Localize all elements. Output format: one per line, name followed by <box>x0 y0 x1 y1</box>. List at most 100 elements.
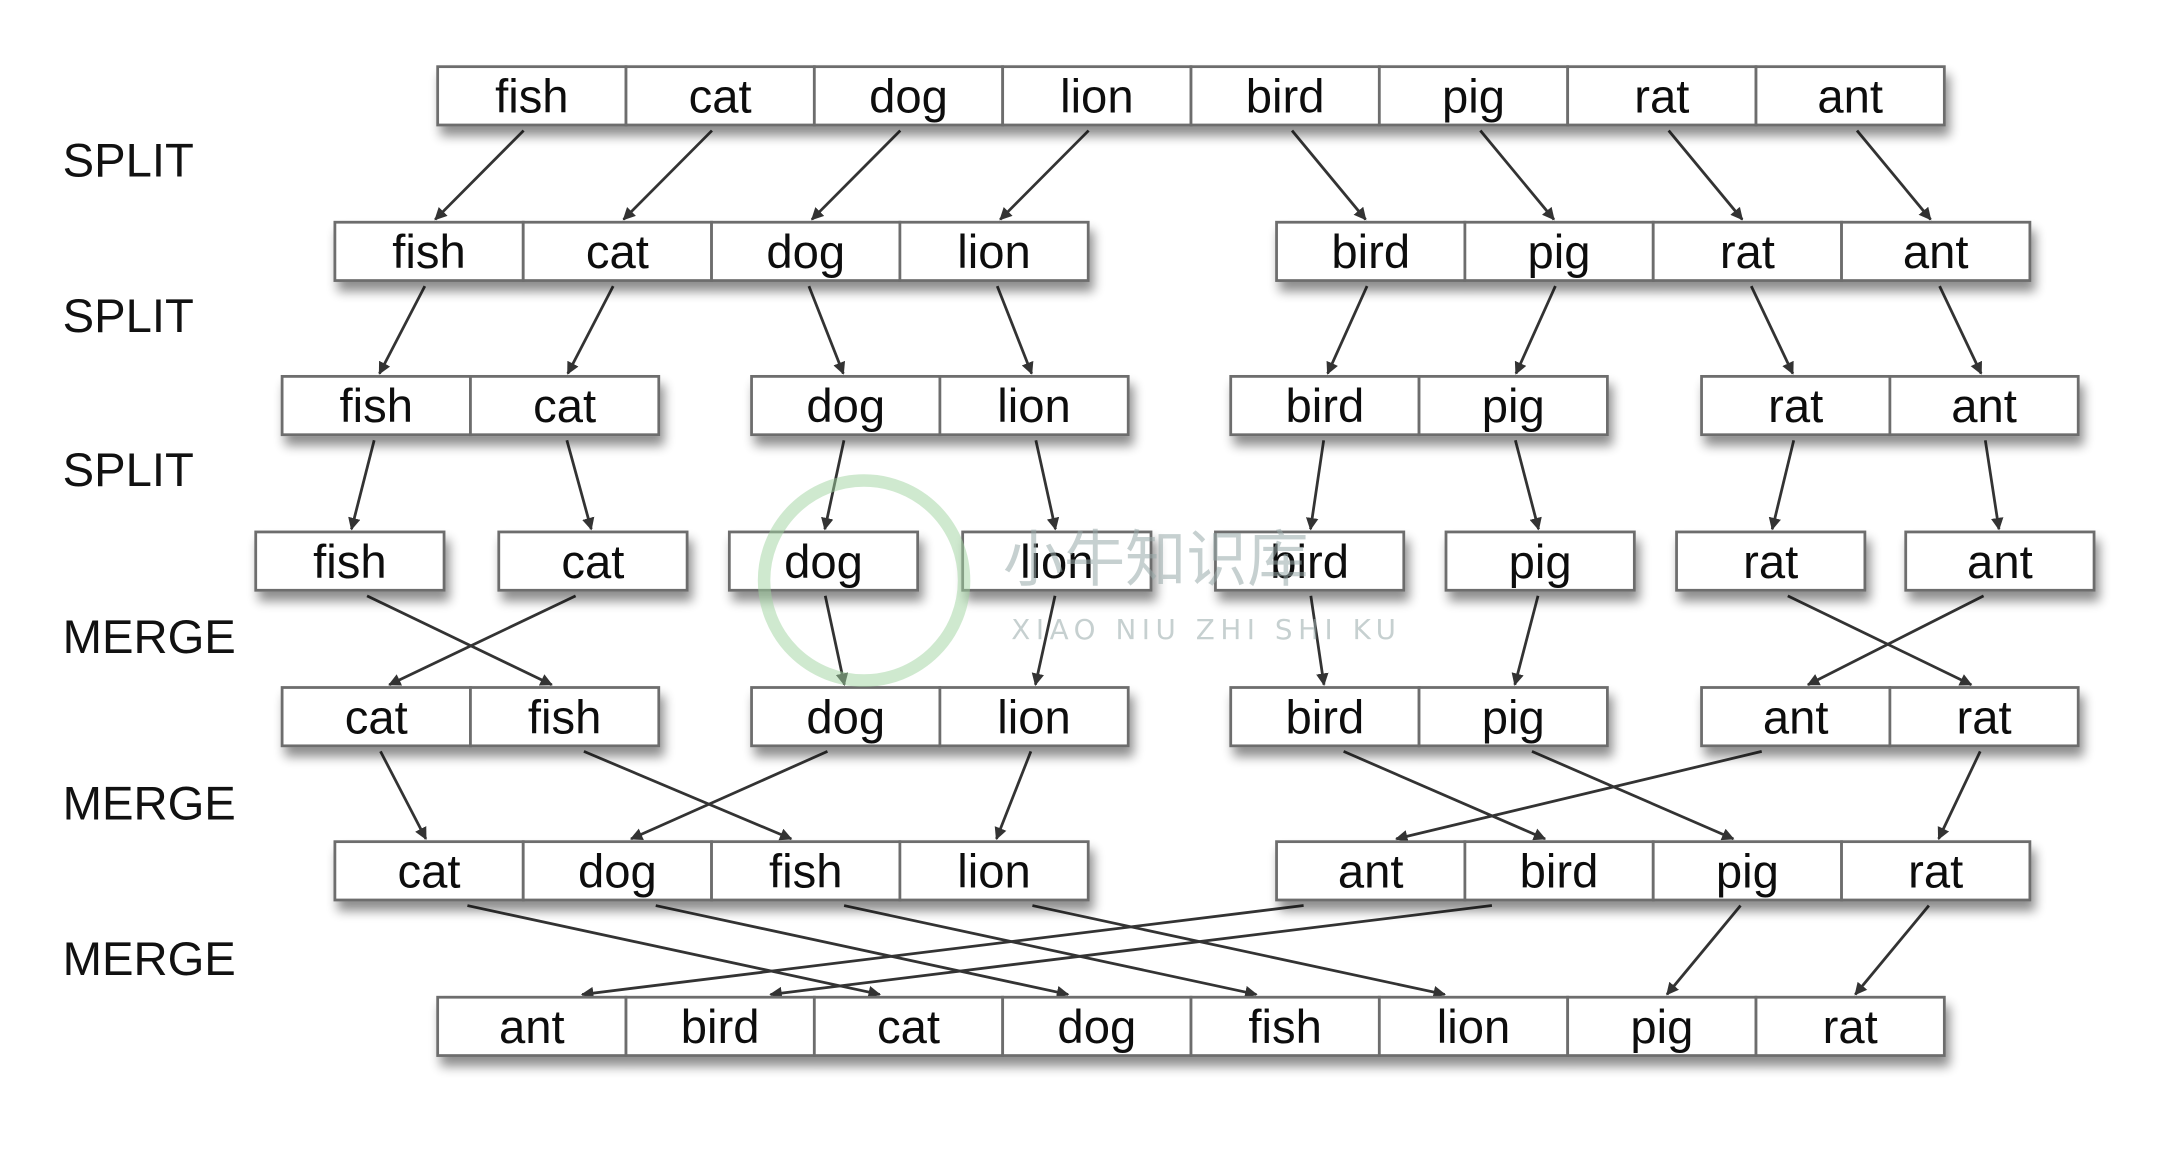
cell-ant: ant <box>1888 375 2080 437</box>
cell-dog: dog <box>750 375 942 437</box>
cell-bird: bird <box>1229 375 1421 437</box>
cell-label: pig <box>1630 1001 1693 1054</box>
array-segment: bird pig <box>1229 375 1609 437</box>
arrow-fish <box>378 285 427 375</box>
cell-label: fish <box>495 71 568 124</box>
cell-cat: cat <box>497 530 689 592</box>
array-segment: rat <box>1675 530 1867 592</box>
cell-label: rat <box>1957 691 2012 744</box>
cell-cat: cat <box>469 375 661 437</box>
array-segment: pig <box>1444 530 1636 592</box>
array-segment: cat <box>497 530 689 592</box>
cell-label: ant <box>1817 71 1883 124</box>
array-segment: bird pig <box>1229 686 1609 748</box>
array-segment: dog lion <box>750 686 1130 748</box>
cell-label: cat <box>345 691 408 744</box>
watermark-subtitle: XIAO NIU ZHI SHI KU <box>1011 613 1401 646</box>
cell-label: fish <box>528 691 601 744</box>
cell-label: rat <box>1768 380 1823 433</box>
merge-sort-diagram: SPLIT SPLIT SPLIT MERGE MERGE MERGE fish cat do… <box>63 65 2096 1057</box>
cell-label: ant <box>1903 226 1969 279</box>
stage-label-merge: MERGE <box>63 933 236 986</box>
stage-label-split: SPLIT <box>63 134 194 187</box>
cell-label: cat <box>533 380 596 433</box>
cell-cat: cat <box>521 220 713 282</box>
cell-bird: bird <box>624 995 816 1057</box>
cell-label: pig <box>1482 380 1545 433</box>
cell-label: ant <box>499 1001 565 1054</box>
array-segment: fish cat dog lion bird pig rat ant <box>436 65 1946 127</box>
cell-bird: bird <box>1463 840 1655 902</box>
arrow-bird <box>1343 750 1547 841</box>
cell-label: pig <box>1442 71 1505 124</box>
arrow-fish <box>583 750 793 841</box>
cell-label: dog <box>578 846 657 899</box>
array-segment: rat ant <box>1700 375 2080 437</box>
arrow-lion <box>999 129 1090 221</box>
cell-label: pig <box>1509 536 1572 589</box>
array-segment: cat fish <box>280 686 661 748</box>
cell-fish: fish <box>469 686 661 748</box>
arrow-bird <box>1305 440 1326 531</box>
cell-rat: rat <box>1840 840 2032 902</box>
cell-label: ant <box>1967 536 2033 589</box>
arrow-bird <box>1326 285 1369 375</box>
cell-label: lion <box>997 691 1071 744</box>
cell-bird: bird <box>1189 65 1381 127</box>
arrow-dog <box>655 904 1070 999</box>
cell-label: pig <box>1716 846 1779 899</box>
arrow-pig <box>1514 285 1557 375</box>
cell-dog: dog <box>521 840 713 902</box>
cell-rat: rat <box>1888 686 2080 748</box>
arrow-rat <box>1667 129 1744 221</box>
cell-pig: pig <box>1417 686 1609 748</box>
cell-label: cat <box>561 536 624 589</box>
cell-label: dog <box>784 536 863 589</box>
cell-fish: fish <box>254 530 446 592</box>
array-segment: dog lion <box>750 375 1130 437</box>
cell-dog: dog <box>750 686 942 748</box>
cell-pig: pig <box>1566 995 1758 1057</box>
cell-label: cat <box>877 1001 940 1054</box>
cell-label: cat <box>398 846 461 899</box>
cell-lion: lion <box>1001 65 1193 127</box>
cell-label: rat <box>1823 1001 1878 1054</box>
cell-label: bird <box>1246 71 1325 124</box>
cell-ant: ant <box>1904 530 2096 592</box>
cell-label: rat <box>1743 536 1798 589</box>
cell-dog: dog <box>727 530 920 592</box>
stage-labels: SPLIT SPLIT SPLIT MERGE MERGE MERGE <box>63 134 236 986</box>
array-segment: bird pig rat ant <box>1275 220 2032 282</box>
arrow-cat <box>622 129 713 221</box>
arrow-fish <box>366 594 553 686</box>
cell-rat: rat <box>1700 375 1892 437</box>
arrow-cat <box>467 904 881 999</box>
cell-label: bird <box>1286 380 1365 433</box>
cell-fish: fish <box>280 375 472 437</box>
cell-lion: lion <box>898 840 1090 902</box>
cell-dog: dog <box>710 220 902 282</box>
cell-label: cat <box>689 71 752 124</box>
cell-fish: fish <box>333 220 525 282</box>
arrow-dog <box>810 129 902 221</box>
cell-ant: ant <box>1754 65 1946 127</box>
arrow-ant <box>1855 129 1932 221</box>
cell-rat: rat <box>1675 530 1867 592</box>
cell-label: cat <box>586 226 649 279</box>
cell-rat: rat <box>1754 995 1946 1057</box>
cell-label: bird <box>1520 846 1599 899</box>
cell-lion: lion <box>1377 995 1570 1057</box>
arrow-ant <box>1395 750 1763 843</box>
arrow-ant <box>1806 594 1985 686</box>
cell-lion: lion <box>938 686 1130 748</box>
arrow-rat <box>1750 285 1795 375</box>
cell-label: lion <box>997 380 1071 433</box>
array-segment: cat dog fish lion <box>333 840 1090 902</box>
array-segment: ant bird pig rat <box>1275 840 2032 902</box>
arrow-pig <box>1511 595 1540 686</box>
array-segment: fish cat <box>280 375 661 437</box>
cell-pig: pig <box>1417 375 1609 437</box>
arrow-pig <box>1514 439 1542 531</box>
cell-fish: fish <box>710 840 902 902</box>
arrow-lion <box>995 285 1034 375</box>
